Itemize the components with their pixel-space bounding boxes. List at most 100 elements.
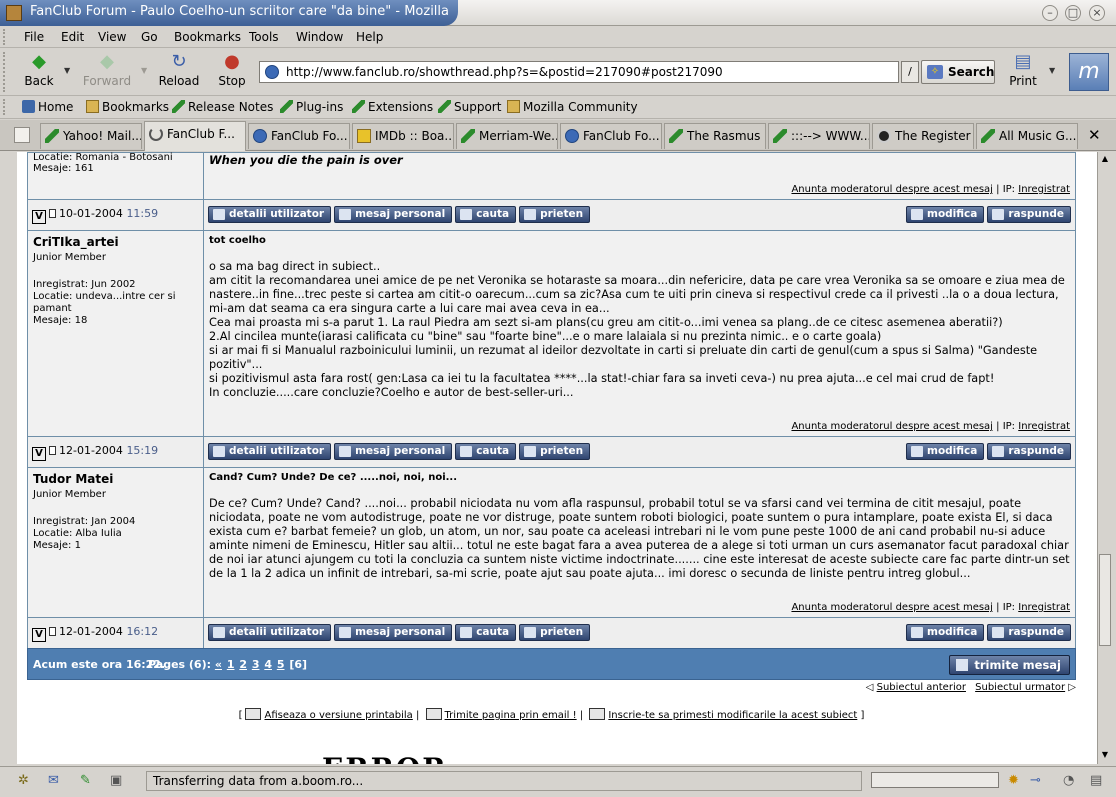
bookmark-support[interactable]: Support [438,100,501,114]
page-link-5[interactable]: 5 [277,658,285,671]
tab-fanclub-3[interactable]: FanClub Fo... [560,123,662,149]
prev-thread-link[interactable]: ◁ Subiectul anterior [866,682,966,693]
bookmark-home[interactable]: Home [22,100,73,114]
reply-button[interactable]: raspunde [987,624,1071,641]
print-dropdown-icon[interactable]: ▼ [1049,66,1055,75]
menu-edit[interactable]: Edit [61,30,84,44]
forward-dropdown-icon[interactable]: ▼ [141,66,147,75]
scroll-up-icon[interactable]: ▲ [1099,154,1111,166]
tab-imdb[interactable]: IMDb :: Boa... [352,123,454,149]
page-link-4[interactable]: 4 [264,658,272,671]
edit-button[interactable]: modifica [906,206,985,223]
reply-icon [992,446,1005,457]
report-moderator-link[interactable]: Anunta moderatorul despre acest mesaj [791,421,993,432]
bookmarks-icon [86,100,99,113]
report-moderator-link[interactable]: Anunta moderatorul despre acest mesaj [791,602,993,613]
email-page-link[interactable]: Trimite pagina prin email ! [445,710,577,721]
mail-icon[interactable]: ✉ [48,773,64,788]
edit-button[interactable]: modifica [906,443,985,460]
tab-fanclub-active[interactable]: FanClub F... [144,121,246,151]
lock-icon[interactable]: ▤ [1090,773,1106,788]
reply-button[interactable]: raspunde [987,443,1071,460]
tab-the-rasmus[interactable]: The Rasmus [664,123,766,149]
page-link-3[interactable]: 3 [252,658,260,671]
search-user-button[interactable]: cauta [455,206,517,223]
profile-button[interactable]: detalii utilizator [208,624,332,641]
scroll-down-icon[interactable]: ▼ [1099,750,1111,762]
bookmark-extensions[interactable]: Extensions [352,100,433,114]
page-first-link[interactable]: « [215,658,222,671]
tab-www[interactable]: :::--> WWW.... [768,123,870,149]
cookie-icon[interactable]: ◔ [1063,773,1079,788]
ip-link[interactable]: Inregistrat [1018,602,1070,613]
back-button[interactable]: ◆ Back [20,51,58,88]
edit-button[interactable]: modifica [906,624,985,641]
tab-all-music-guide[interactable]: All Music G... [976,123,1078,149]
page-link-2[interactable]: 2 [239,658,247,671]
online-status-icon[interactable]: ⊸ [1030,773,1046,788]
toolbar-grip[interactable] [3,29,8,45]
search-user-button[interactable]: cauta [455,624,517,641]
mozilla-app-icon[interactable] [6,5,22,21]
menu-go[interactable]: Go [141,30,158,44]
ip-link[interactable]: Inregistrat [1018,184,1070,195]
reply-button[interactable]: raspunde [987,206,1071,223]
new-post-button[interactable]: trimite mesaj [949,655,1070,675]
url-field[interactable]: http://www.fanclub.ro/showthread.php?s=&… [259,61,899,83]
tab-merriam-webster[interactable]: Merriam-We... [456,123,558,149]
close-tab-icon[interactable]: ✕ [1088,126,1101,144]
buddy-button[interactable]: prieten [519,206,591,223]
menu-tools[interactable]: Tools [249,30,279,44]
next-thread-link[interactable]: Subiectul urmator ▷ [975,682,1076,693]
menu-bookmarks[interactable]: Bookmarks [174,30,241,44]
forward-button[interactable]: ◆ Forward [80,51,134,88]
tab-yahoo-mail[interactable]: Yahoo! Mail... [40,123,142,149]
tab-the-register[interactable]: The Register [872,123,974,149]
buddy-button[interactable]: prieten [519,443,591,460]
stop-button[interactable]: ● Stop [214,51,250,88]
toolbar-grip[interactable] [3,99,8,115]
search-user-button[interactable]: cauta [455,443,517,460]
subscribe-link[interactable]: Inscrie-te sa primesti modificarile la a… [608,710,857,721]
bookmark-icon [669,129,683,143]
url-dropdown-icon[interactable]: / [901,61,919,83]
vertical-scrollbar[interactable]: ▲ ▼ [1097,152,1112,764]
tab-fanclub-2[interactable]: FanClub Fo... [248,123,350,149]
print-button[interactable]: ▤ Print [1005,51,1041,88]
minimize-button[interactable]: – [1042,5,1058,21]
back-dropdown-icon[interactable]: ▼ [64,66,70,75]
mozilla-throbber-icon[interactable]: m [1069,53,1109,91]
composer-icon[interactable]: ✎ [80,773,96,788]
menu-help[interactable]: Help [356,30,383,44]
reload-button[interactable]: ↻ Reload [157,51,201,88]
username-link[interactable]: CriTIka_artei [33,235,199,249]
url-text[interactable]: http://www.fanclub.ro/showthread.php?s=&… [286,65,723,79]
page-link-1[interactable]: 1 [227,658,235,671]
ip-link[interactable]: Inregistrat [1018,421,1070,432]
menu-window[interactable]: Window [296,30,343,44]
private-message-button[interactable]: mesaj personal [334,443,453,460]
address-book-icon[interactable]: ▣ [110,773,126,788]
navigator-icon[interactable]: ✲ [18,773,34,788]
profile-button[interactable]: detalii utilizator [208,443,332,460]
security-icon[interactable]: ✹ [1008,773,1024,788]
menu-view[interactable]: View [98,30,126,44]
menu-file[interactable]: File [24,30,44,44]
private-message-button[interactable]: mesaj personal [334,624,453,641]
new-tab-icon[interactable] [14,127,30,143]
printable-version-link[interactable]: Afiseaza o versiune printabila [264,710,412,721]
username-link[interactable]: Tudor Matei [33,472,199,486]
bookmark-mozilla-community[interactable]: Mozilla Community [507,100,638,114]
bookmark-bookmarks[interactable]: Bookmarks [86,100,169,114]
bookmark-plug-ins[interactable]: Plug-ins [280,100,343,114]
maximize-button[interactable]: □ [1065,5,1081,21]
search-button[interactable]: ✧ Search [921,60,995,84]
close-window-button[interactable]: × [1089,5,1105,21]
scrollbar-thumb[interactable] [1099,554,1111,646]
buddy-button[interactable]: prieten [519,624,591,641]
report-moderator-link[interactable]: Anunta moderatorul despre acest mesaj [791,184,993,195]
toolbar-grip[interactable] [3,52,8,92]
private-message-button[interactable]: mesaj personal [334,206,453,223]
bookmark-release-notes[interactable]: Release Notes [172,100,273,114]
profile-button[interactable]: detalii utilizator [208,206,332,223]
